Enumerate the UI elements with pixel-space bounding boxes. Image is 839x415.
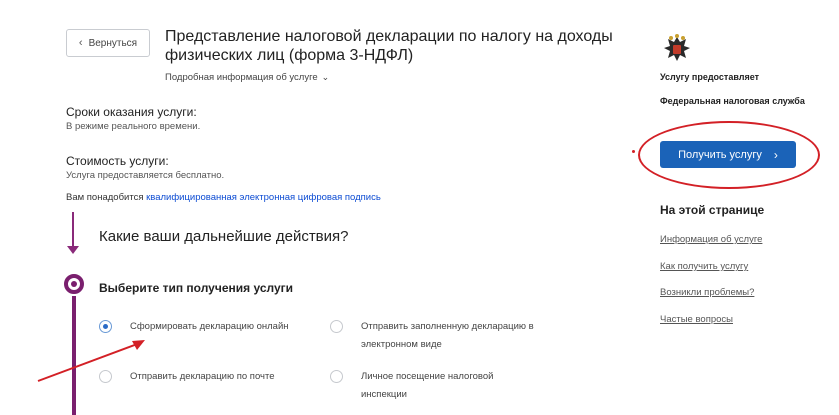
option-label: Отправить декларацию по почте [130, 371, 275, 382]
service-cost-text: Услуга предоставляется бесплатно. [66, 170, 225, 181]
option-label: Отправить заполненную декларацию в элект… [361, 321, 534, 350]
page-title: Представление налоговой декларации по на… [165, 28, 613, 64]
radio-icon[interactable] [99, 370, 112, 383]
signature-link[interactable]: квалифицированная электронная цифровая п… [146, 192, 381, 203]
service-cost-heading: Стоимость услуги: [66, 154, 169, 168]
chevron-right-icon: › [773, 147, 778, 162]
service-terms-heading: Сроки оказания услуги: [66, 105, 197, 119]
option-label: Сформировать декларацию онлайн [130, 321, 289, 332]
next-actions-title: Какие ваши дальнейшие действия? [99, 228, 349, 245]
option-visit[interactable]: Личное посещение налоговой инспекции [330, 368, 540, 404]
option-label: Личное посещение налоговой инспекции [361, 371, 494, 400]
provider-name: Федеральная налоговая служба [660, 96, 805, 106]
back-button[interactable]: ‹ Вернуться [66, 29, 150, 57]
toc-link-problems[interactable]: Возникли проблемы? [660, 287, 754, 298]
step-marker-icon [64, 274, 84, 294]
get-service-label: Получить услугу [678, 148, 762, 161]
provider-label: Услугу предоставляет [660, 72, 760, 82]
radio-icon[interactable] [330, 370, 343, 383]
more-info-label: Подробная информация об услуге [165, 72, 318, 83]
toc-link-faq[interactable]: Частые вопросы [660, 314, 733, 325]
radio-icon[interactable] [330, 320, 343, 333]
service-terms-text: В режиме реального времени. [66, 121, 201, 132]
toc-title: На этой странице [660, 203, 765, 217]
timeline-arrow-icon [67, 246, 79, 254]
step-title: Выберите тип получения услуги [99, 281, 294, 295]
chevron-left-icon: ‹ [78, 37, 83, 49]
annotation-dot [632, 150, 635, 153]
option-mail[interactable]: Отправить декларацию по почте [99, 368, 275, 386]
signature-prefix: Вам понадобится [66, 192, 144, 203]
timeline-line-lower [72, 296, 76, 415]
radio-icon[interactable] [99, 320, 112, 333]
toc-link-info[interactable]: Информация об услуге [660, 234, 762, 245]
signature-note: Вам понадобится квалифицированная электр… [66, 192, 381, 203]
coat-of-arms-icon [664, 34, 690, 61]
toc-link-how[interactable]: Как получить услугу [660, 261, 748, 272]
get-service-button[interactable]: Получить услугу › [660, 141, 796, 168]
chevron-down-icon: ⌄ [321, 72, 330, 82]
back-button-label: Вернуться [88, 37, 138, 49]
option-online[interactable]: Сформировать декларацию онлайн [99, 318, 289, 336]
more-info-link[interactable]: Подробная информация об услуге ⌄ [165, 72, 329, 83]
option-electronic[interactable]: Отправить заполненную декларацию в элект… [330, 318, 560, 354]
